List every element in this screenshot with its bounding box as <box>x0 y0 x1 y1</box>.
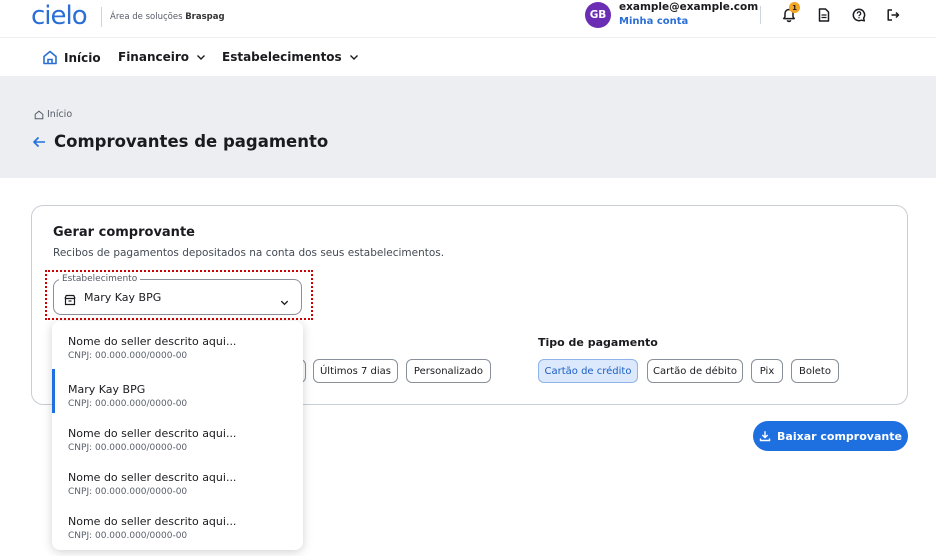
page-title: Comprovantes de pagamento <box>54 132 329 151</box>
store-icon <box>64 291 76 310</box>
download-receipt-button[interactable]: Baixar comprovante <box>753 421 908 451</box>
account-link[interactable]: Minha conta <box>619 16 688 27</box>
nav-item-label: Financeiro <box>118 50 190 64</box>
option-cnpj: CNPJ: 00.000.000/0000-00 <box>68 531 188 541</box>
avatar[interactable]: GB <box>585 2 611 28</box>
logo-subtitle-prefix: Área de soluções <box>110 12 183 22</box>
dropdown-option-selected[interactable]: Mary Kay BPG CNPJ: 00.000.000/0000-00 <box>52 369 303 413</box>
document-icon[interactable] <box>815 6 833 24</box>
nav-item-financeiro[interactable]: Financeiro <box>118 50 207 64</box>
payment-type-label: Tipo de pagamento <box>538 336 658 349</box>
chat-icon[interactable] <box>850 6 868 24</box>
payment-type-boleto[interactable]: Boleto <box>791 359 839 383</box>
cielo-logo[interactable]: cielo <box>31 1 88 31</box>
option-name: Nome do seller descrito aqui... <box>68 427 237 440</box>
nav-item-label: Início <box>64 50 101 65</box>
download-icon <box>759 431 771 442</box>
chevron-down-icon[interactable] <box>279 293 290 312</box>
nav-item-estabelecimentos[interactable]: Estabelecimentos <box>222 50 360 64</box>
title-row: Comprovantes de pagamento <box>32 132 328 151</box>
payment-type-debit[interactable]: Cartão de débito <box>647 359 743 383</box>
option-name: Nome do seller descrito aqui... <box>68 515 237 528</box>
header-divider <box>760 6 761 24</box>
page-header: Início Comprovantes de pagamento <box>0 76 936 178</box>
breadcrumb-label: Início <box>47 109 73 120</box>
option-cnpj: CNPJ: 00.000.000/0000-00 <box>68 351 188 361</box>
option-name: Nome do seller descrito aqui... <box>68 471 237 484</box>
period-option-last-7-days[interactable]: Últimos 7 dias <box>313 359 398 383</box>
option-cnpj: CNPJ: 00.000.000/0000-00 <box>68 487 188 497</box>
card-description: Recibos de pagamentos depositados na con… <box>53 247 445 259</box>
card-title: Gerar comprovante <box>53 225 195 240</box>
logo-divider <box>101 7 102 27</box>
dropdown-option[interactable]: Nome do seller descrito aqui... CNPJ: 00… <box>52 501 303 545</box>
establishment-label: Estabelecimento <box>59 274 141 284</box>
nav-item-label: Estabelecimentos <box>222 50 342 64</box>
logout-icon[interactable] <box>884 6 902 24</box>
main-nav: Início Financeiro Estabelecimentos <box>0 39 936 76</box>
payment-type-credit[interactable]: Cartão de crédito <box>538 359 638 383</box>
download-button-label: Baixar comprovante <box>777 429 902 443</box>
option-name: Nome do seller descrito aqui... <box>68 335 237 348</box>
option-cnpj: CNPJ: 00.000.000/0000-00 <box>68 443 188 453</box>
establishment-value: Mary Kay BPG <box>84 291 162 304</box>
establishment-dropdown: Nome do seller descrito aqui... CNPJ: 00… <box>52 321 303 550</box>
chevron-down-icon <box>197 55 206 60</box>
payment-type-pix[interactable]: Pix <box>751 359 783 383</box>
period-option-custom[interactable]: Personalizado <box>406 359 491 383</box>
logo-subtitle: Área de soluções Braspag <box>110 12 225 22</box>
home-icon <box>43 50 57 65</box>
notification-badge: 1 <box>789 2 800 13</box>
back-arrow-icon[interactable] <box>32 136 46 148</box>
chevron-down-icon <box>349 55 358 60</box>
option-cnpj: CNPJ: 00.000.000/0000-00 <box>68 399 188 409</box>
top-bar: cielo Área de soluções Braspag GB exampl… <box>0 0 936 38</box>
dropdown-option[interactable]: Nome do seller descrito aqui... CNPJ: 00… <box>52 413 303 457</box>
user-email: example@example.com <box>619 1 759 13</box>
dropdown-option[interactable]: Nome do seller descrito aqui... CNPJ: 00… <box>52 457 303 501</box>
breadcrumb[interactable]: Início <box>34 109 72 120</box>
dropdown-option[interactable]: Nome do seller descrito aqui... CNPJ: 00… <box>52 321 303 365</box>
logo-subtitle-brand: Braspag <box>185 12 225 22</box>
option-name: Mary Kay BPG <box>68 383 146 396</box>
nav-item-inicio[interactable]: Início <box>42 50 101 65</box>
home-icon <box>34 110 44 119</box>
